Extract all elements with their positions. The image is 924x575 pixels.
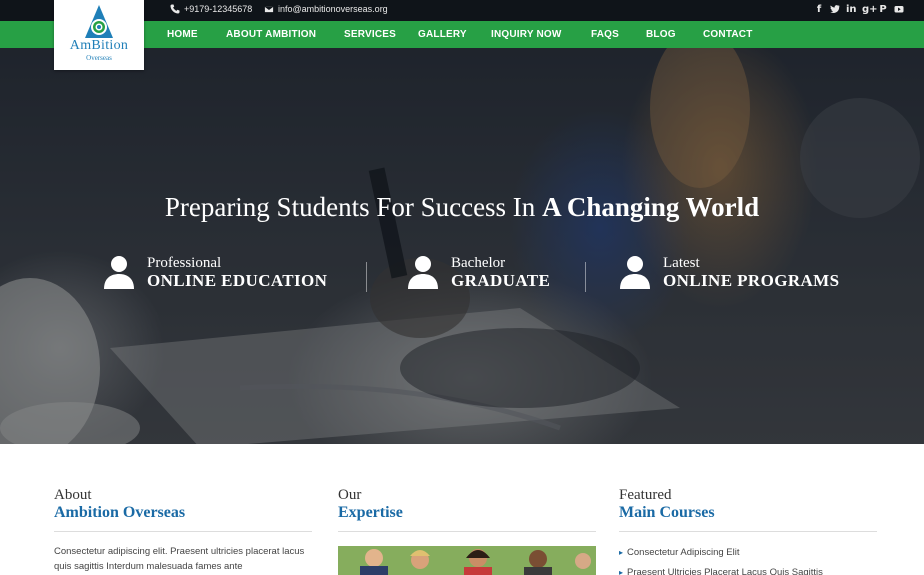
feature-online-programs: Latest ONLINE PROGRAMS [619, 255, 849, 295]
expertise-section: Our Expertise [338, 487, 596, 532]
feature-big-label: GRADUATE [451, 271, 551, 290]
hero-title-part1: Preparing Students For Success In [164, 192, 543, 222]
course-list: ▸ Consectetur Adipiscing Elit ▸ Praesent U… [619, 543, 879, 575]
user-icon [620, 256, 650, 289]
hero-overlay [0, 48, 924, 444]
linkedin-icon[interactable]: in [846, 4, 857, 15]
youtube-icon[interactable] [894, 4, 904, 15]
pinterest-icon[interactable]: P [878, 4, 888, 15]
phone-icon [170, 4, 180, 14]
social-links: f in g+ P [814, 4, 904, 15]
hero-title-emphasis: A Changing World [542, 192, 760, 222]
feature-online-education: Professional ONLINE EDUCATION [103, 255, 343, 295]
about-heading-top: About [54, 487, 92, 503]
chevron-right-icon: ▸ [619, 548, 624, 557]
section-divider [619, 531, 877, 532]
feature-small-label: Latest [663, 255, 700, 271]
facebook-icon[interactable]: f [814, 4, 824, 15]
nav-inquiry-now[interactable]: INQUIRY NOW [491, 21, 562, 48]
course-item[interactable]: ▸ Consectetur Adipiscing Elit [619, 543, 879, 563]
students-photo [338, 546, 596, 575]
section-divider [54, 531, 312, 532]
course-item-label: Consectetur Adipiscing Elit [627, 547, 740, 558]
courses-heading-top: Featured [619, 487, 672, 503]
feature-divider [585, 262, 586, 292]
about-text: Consectetur adipiscing elit. Praesent ul… [54, 546, 305, 572]
feature-divider [366, 262, 367, 292]
expertise-heading: Expertise [338, 504, 403, 521]
feature-small-label: Professional [147, 255, 222, 271]
user-icon [408, 256, 438, 289]
envelope-icon [264, 5, 274, 13]
feature-big-label: ONLINE EDUCATION [147, 271, 328, 290]
logo-mark-icon [85, 5, 113, 38]
nav-faqs[interactable]: FAQS [591, 21, 619, 48]
about-section: About Ambition Overseas [54, 487, 312, 532]
feature-big-label: ONLINE PROGRAMS [663, 271, 840, 290]
chevron-right-icon: ▸ [619, 568, 624, 575]
email-contact[interactable]: info@ambitionoverseas.org [264, 4, 388, 14]
phone-number: +9179-12345678 [184, 4, 253, 14]
logo-subtitle: Overseas [86, 54, 112, 62]
nav-gallery[interactable]: GALLERY [418, 21, 467, 48]
nav-home[interactable]: HOME [167, 21, 198, 48]
course-item[interactable]: ▸ Praesent Ultricies Placerat Lacus Quis … [619, 563, 879, 575]
nav-contact[interactable]: CONTACT [703, 21, 753, 48]
phone-contact[interactable]: +9179-12345678 [170, 4, 252, 14]
hero-title: Preparing Students For Success In A Chan… [0, 192, 924, 223]
google-plus-icon[interactable]: g+ [862, 4, 878, 15]
nav-services[interactable]: SERVICES [344, 21, 396, 48]
expertise-image[interactable] [338, 546, 596, 575]
twitter-icon[interactable] [830, 4, 840, 15]
user-icon [104, 256, 134, 289]
about-heading: Ambition Overseas [54, 504, 186, 521]
site-logo[interactable]: AmBition Overseas [54, 0, 144, 70]
logo-name: AmBition [69, 38, 129, 53]
feature-graduate: Bachelor GRADUATE [407, 255, 577, 295]
courses-heading: Main Courses [619, 504, 715, 521]
courses-section: Featured Main Courses [619, 487, 877, 532]
hero-banner: Preparing Students For Success In A Chan… [0, 48, 924, 444]
feature-small-label: Bachelor [451, 255, 506, 271]
nav-about-ambition[interactable]: ABOUT AMBITION [226, 21, 316, 48]
nav-blog[interactable]: BLOG [646, 21, 676, 48]
expertise-heading-top: Our [338, 487, 362, 503]
course-item-label: Praesent Ultricies Placerat Lacus Quis S… [627, 567, 823, 575]
section-divider [338, 531, 596, 532]
email-address: info@ambitionoverseas.org [278, 4, 388, 14]
